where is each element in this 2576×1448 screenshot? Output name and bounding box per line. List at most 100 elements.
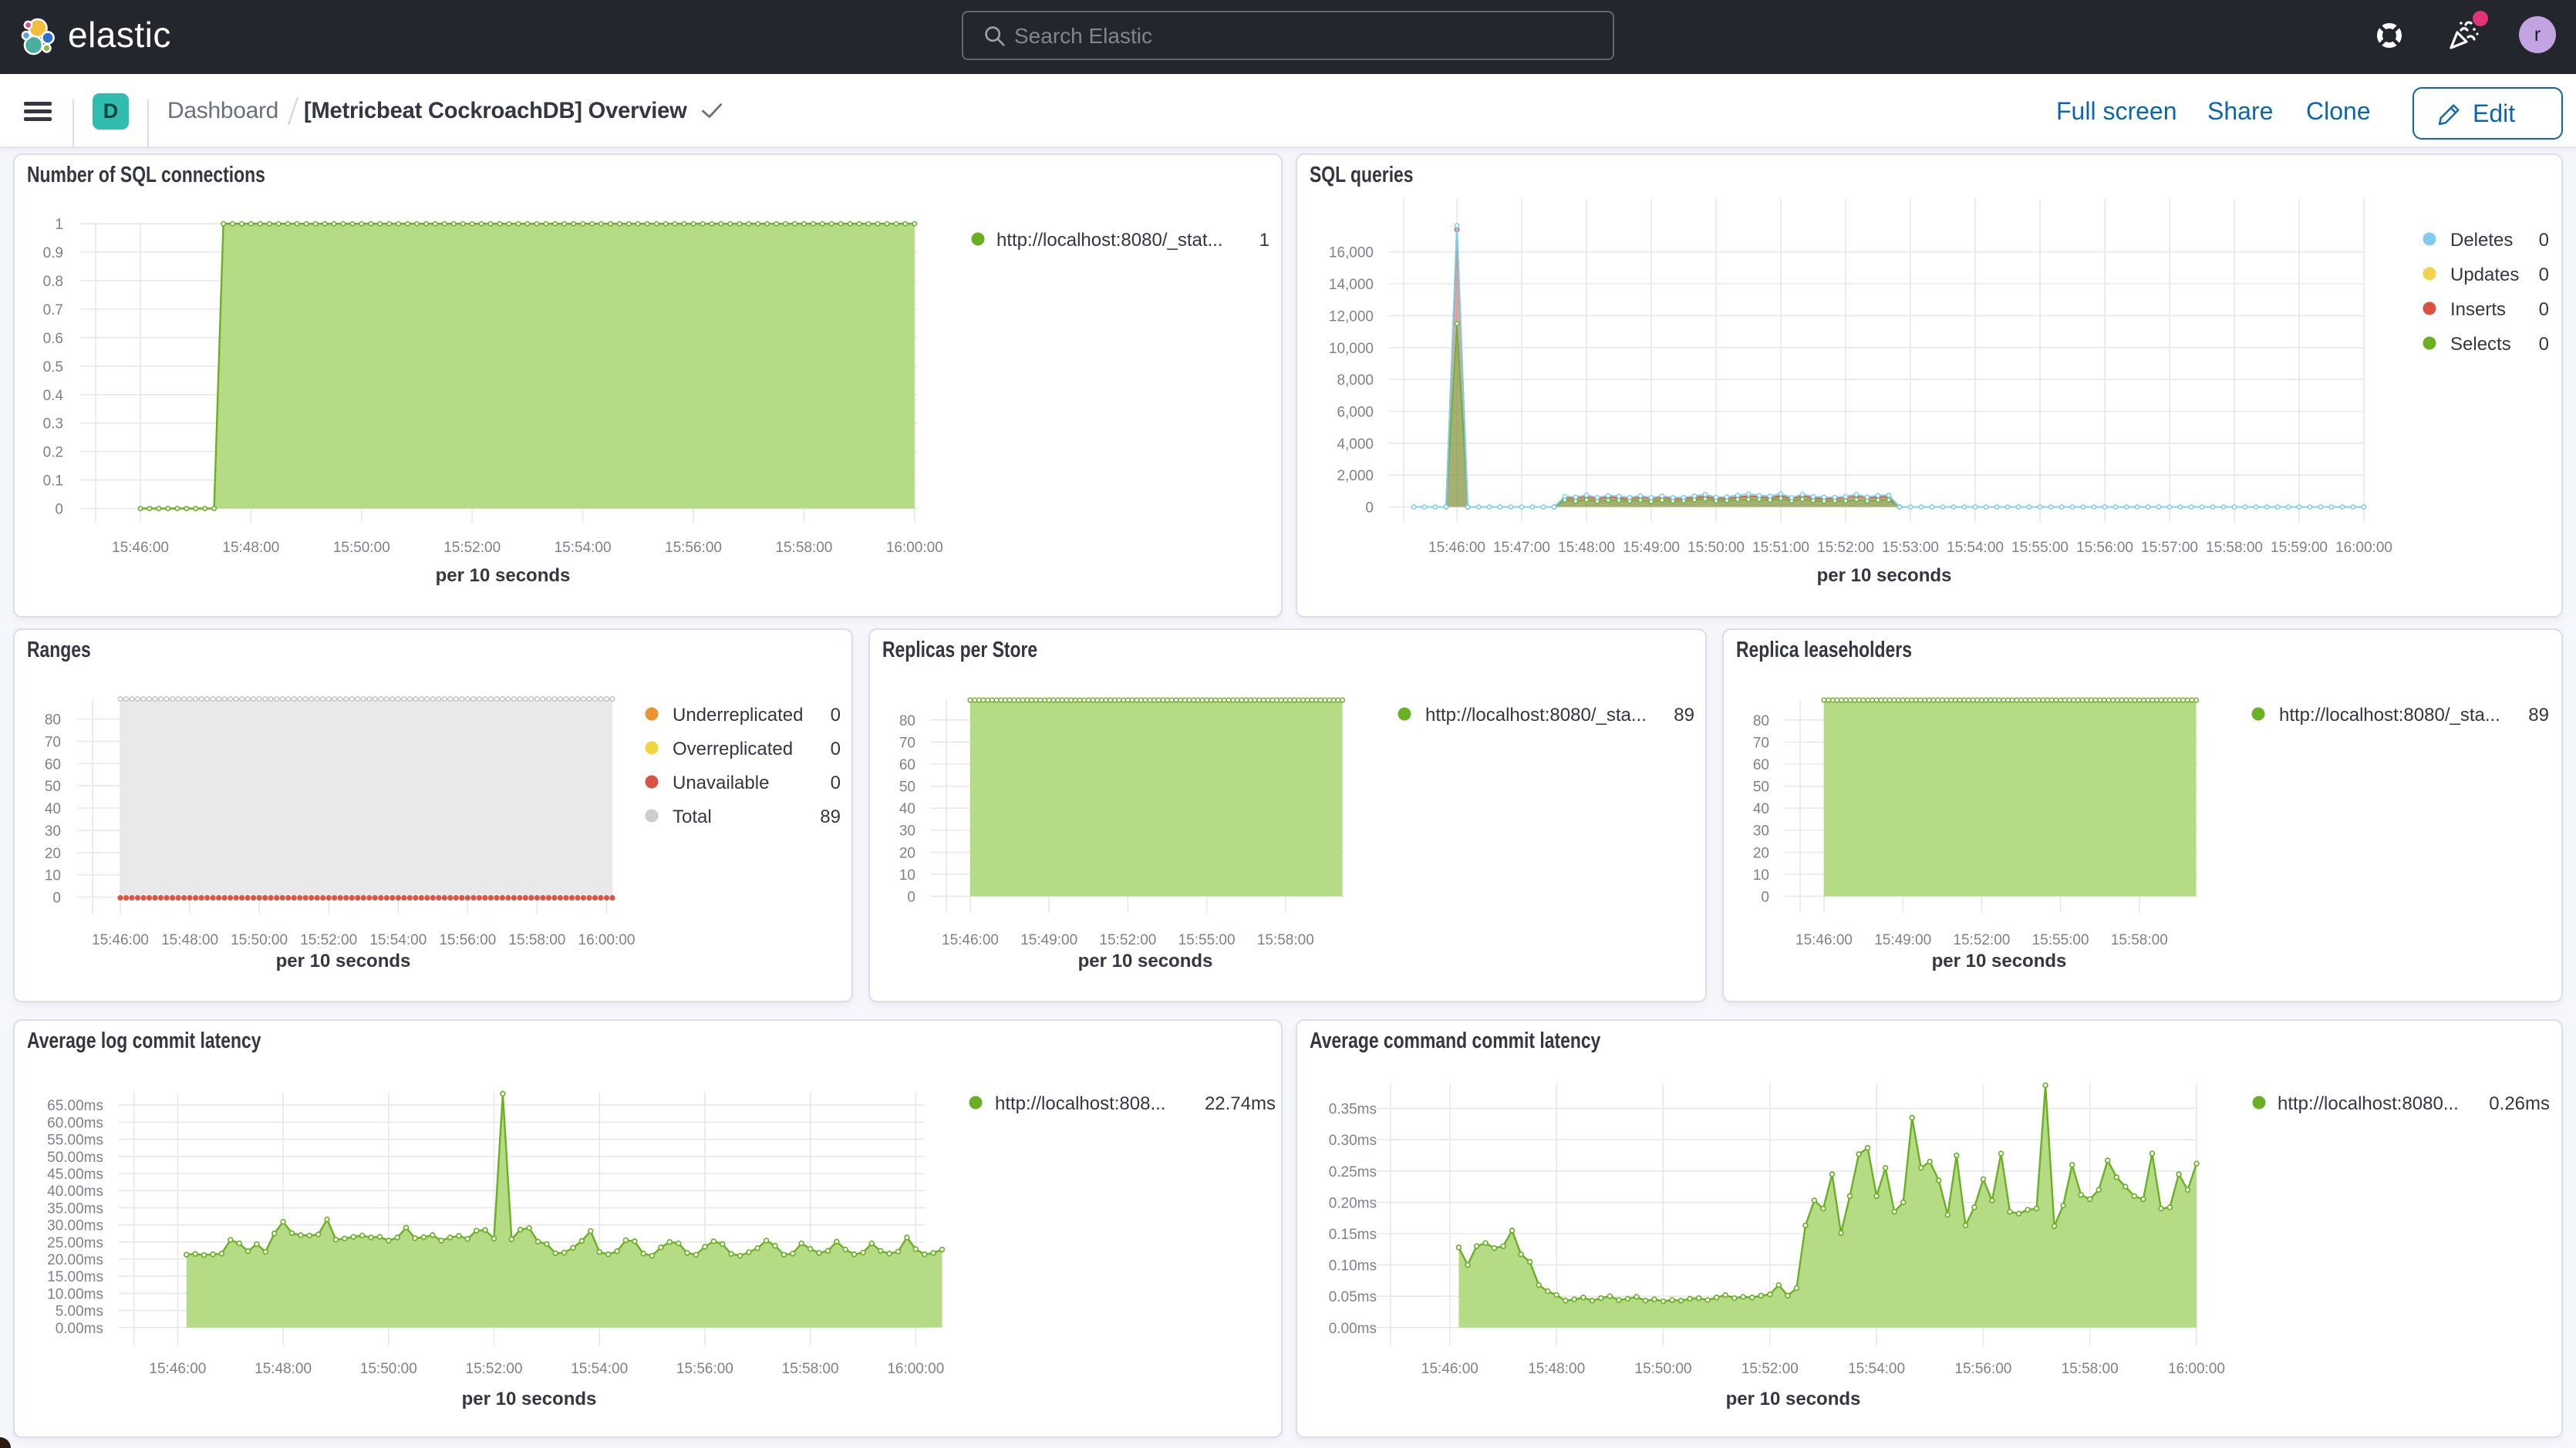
svg-text:65.00ms: 65.00ms <box>47 1098 103 1114</box>
svg-text:15:58:00: 15:58:00 <box>775 540 832 556</box>
svg-text:10: 10 <box>45 868 61 884</box>
svg-text:0.15ms: 0.15ms <box>1329 1227 1377 1243</box>
svg-text:70: 70 <box>1753 735 1769 751</box>
svg-text:0: 0 <box>2539 334 2549 355</box>
svg-text:0.30ms: 0.30ms <box>1329 1133 1377 1149</box>
svg-text:80: 80 <box>45 712 61 729</box>
svg-text:per 10 seconds: per 10 seconds <box>1932 951 2067 972</box>
svg-text:0.26ms: 0.26ms <box>2489 1093 2550 1114</box>
svg-text:per 10 seconds: per 10 seconds <box>1817 565 1952 586</box>
svg-text:14,000: 14,000 <box>1329 277 1374 293</box>
svg-text:Underreplicated: Underreplicated <box>673 705 803 726</box>
svg-text:16,000: 16,000 <box>1329 245 1374 261</box>
svg-text:per 10 seconds: per 10 seconds <box>1078 951 1213 972</box>
svg-text:0.05ms: 0.05ms <box>1329 1289 1377 1305</box>
svg-text:15:47:00: 15:47:00 <box>1493 540 1550 556</box>
svg-text:16:00:00: 16:00:00 <box>887 1361 944 1377</box>
svg-text:6,000: 6,000 <box>1337 405 1374 421</box>
svg-text:15:54:00: 15:54:00 <box>555 540 612 556</box>
svg-text:15:50:00: 15:50:00 <box>1635 1361 1692 1377</box>
svg-text:0.5: 0.5 <box>43 359 63 375</box>
svg-text:45.00ms: 45.00ms <box>47 1167 103 1183</box>
svg-text:15:50:00: 15:50:00 <box>333 540 390 556</box>
svg-text:55.00ms: 55.00ms <box>47 1133 103 1149</box>
svg-text:15:55:00: 15:55:00 <box>2011 540 2069 556</box>
svg-text:Total: Total <box>673 807 712 827</box>
svg-text:15:57:00: 15:57:00 <box>2141 540 2198 556</box>
svg-text:15:54:00: 15:54:00 <box>1947 540 2004 556</box>
svg-text:0: 0 <box>2539 299 2549 320</box>
svg-text:15:53:00: 15:53:00 <box>1882 540 1939 556</box>
svg-text:15:52:00: 15:52:00 <box>1953 932 2010 948</box>
svg-text:15:59:00: 15:59:00 <box>2271 540 2328 556</box>
svg-text:15:52:00: 15:52:00 <box>466 1361 523 1377</box>
svg-text:Deletes: Deletes <box>2450 230 2513 251</box>
svg-text:10,000: 10,000 <box>1329 341 1374 357</box>
svg-text:0: 0 <box>52 891 61 907</box>
svg-text:20.00ms: 20.00ms <box>47 1252 103 1268</box>
svg-text:per 10 seconds: per 10 seconds <box>462 1389 597 1409</box>
svg-text:0.3: 0.3 <box>43 416 63 433</box>
svg-text:Inserts: Inserts <box>2450 299 2506 320</box>
svg-text:0: 0 <box>907 889 915 905</box>
svg-text:15:55:00: 15:55:00 <box>1178 932 1236 948</box>
svg-text:Overreplicated: Overreplicated <box>673 739 793 759</box>
svg-text:15:56:00: 15:56:00 <box>665 540 722 556</box>
svg-text:15:50:00: 15:50:00 <box>360 1361 417 1377</box>
svg-text:15:54:00: 15:54:00 <box>369 932 427 948</box>
svg-text:Unavailable: Unavailable <box>673 773 769 793</box>
svg-text:30: 30 <box>1753 823 1769 840</box>
svg-text:0.2: 0.2 <box>43 445 63 461</box>
svg-text:0.10ms: 0.10ms <box>1329 1258 1377 1275</box>
svg-text:0.8: 0.8 <box>43 274 63 290</box>
svg-text:http://localhost:8080/_sta...: http://localhost:8080/_sta... <box>2279 705 2500 726</box>
svg-text:50.00ms: 50.00ms <box>47 1150 103 1166</box>
svg-text:15:56:00: 15:56:00 <box>1954 1361 2011 1377</box>
svg-text:0.25ms: 0.25ms <box>1329 1164 1377 1180</box>
svg-text:15:46:00: 15:46:00 <box>1421 1361 1479 1377</box>
svg-text:http://localhost:808...: http://localhost:808... <box>995 1093 1165 1114</box>
svg-text:50: 50 <box>899 780 915 796</box>
svg-text:50: 50 <box>45 779 61 795</box>
svg-text:8,000: 8,000 <box>1337 372 1374 389</box>
svg-text:15:52:00: 15:52:00 <box>300 932 357 948</box>
svg-text:40: 40 <box>899 801 915 817</box>
svg-text:15:46:00: 15:46:00 <box>1428 540 1485 556</box>
svg-text:0.7: 0.7 <box>43 302 63 318</box>
svg-text:0.20ms: 0.20ms <box>1329 1195 1377 1211</box>
svg-text:0.1: 0.1 <box>43 473 63 490</box>
svg-text:15:48:00: 15:48:00 <box>222 540 279 556</box>
svg-text:0: 0 <box>2539 264 2549 285</box>
svg-text:60: 60 <box>45 756 61 773</box>
svg-text:15:48:00: 15:48:00 <box>1528 1361 1585 1377</box>
svg-text:Updates: Updates <box>2450 264 2519 285</box>
svg-text:15:49:00: 15:49:00 <box>1020 932 1077 948</box>
svg-text:20: 20 <box>899 845 915 861</box>
svg-text:15:58:00: 15:58:00 <box>508 932 565 948</box>
svg-text:0.00ms: 0.00ms <box>1329 1321 1377 1337</box>
svg-text:15:52:00: 15:52:00 <box>1817 540 1874 556</box>
svg-text:0.00ms: 0.00ms <box>56 1321 103 1337</box>
svg-text:60: 60 <box>1753 757 1769 773</box>
svg-text:0: 0 <box>831 773 841 793</box>
svg-text:15:54:00: 15:54:00 <box>1848 1361 1905 1377</box>
svg-text:15:51:00: 15:51:00 <box>1752 540 1809 556</box>
svg-text:89: 89 <box>820 807 841 827</box>
svg-text:1: 1 <box>1259 230 1269 251</box>
svg-text:4,000: 4,000 <box>1337 436 1374 453</box>
svg-text:60.00ms: 60.00ms <box>47 1115 103 1131</box>
svg-text:Selects: Selects <box>2450 334 2511 355</box>
svg-text:15:58:00: 15:58:00 <box>1257 932 1314 948</box>
svg-text:0.9: 0.9 <box>43 245 63 261</box>
svg-text:15:52:00: 15:52:00 <box>1741 1361 1799 1377</box>
svg-text:0: 0 <box>2539 230 2549 251</box>
svg-text:15:46:00: 15:46:00 <box>942 932 999 948</box>
svg-text:15:58:00: 15:58:00 <box>2111 932 2168 948</box>
svg-text:15:46:00: 15:46:00 <box>1795 932 1853 948</box>
svg-text:60: 60 <box>899 757 915 773</box>
svg-text:16:00:00: 16:00:00 <box>578 932 636 948</box>
svg-text:30.00ms: 30.00ms <box>47 1218 103 1234</box>
svg-text:10.00ms: 10.00ms <box>47 1286 103 1302</box>
svg-text:15.00ms: 15.00ms <box>47 1269 103 1285</box>
svg-text:25.00ms: 25.00ms <box>47 1235 103 1251</box>
